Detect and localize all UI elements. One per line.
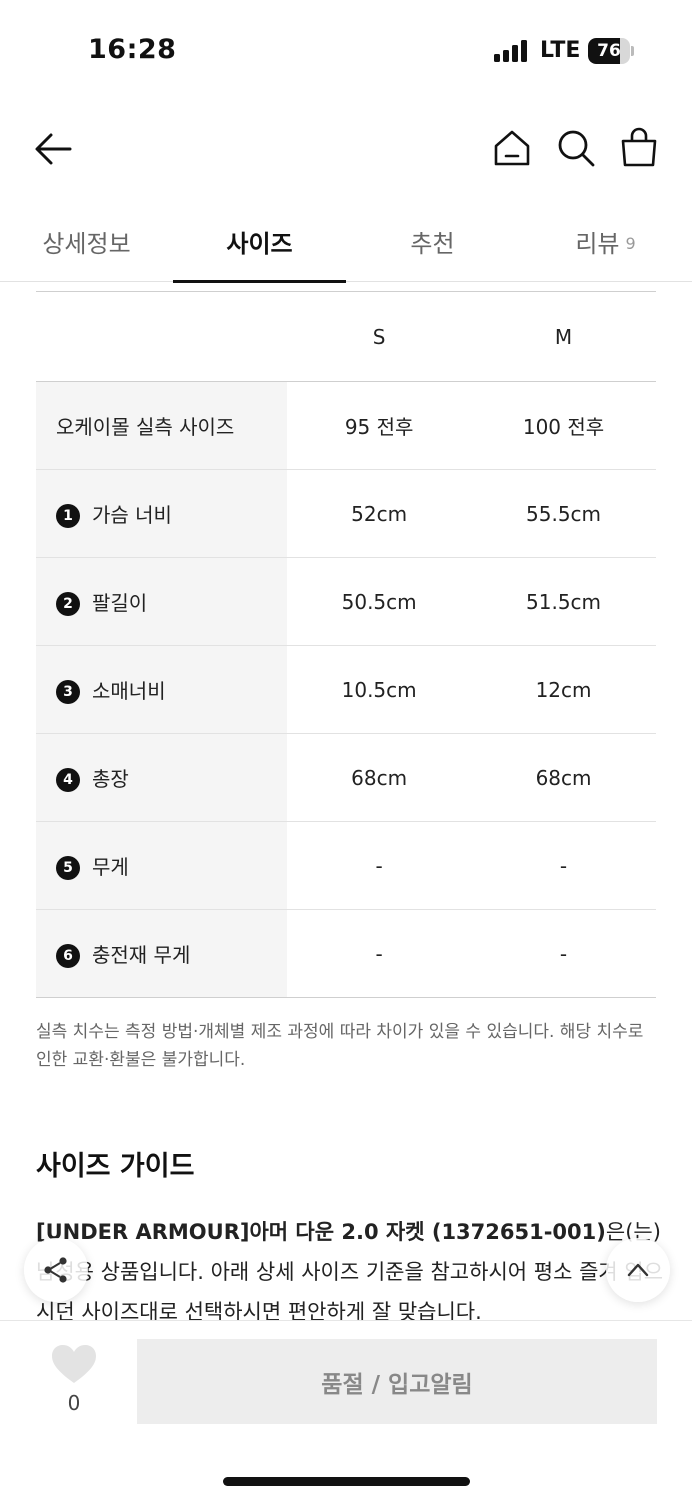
cell-m: 55.5cm bbox=[471, 469, 656, 558]
row-label: 오케이몰 실측 사이즈 bbox=[36, 381, 288, 470]
shopping-bag-icon[interactable] bbox=[620, 126, 658, 168]
table-row: 오케이몰 실측 사이즈 95 전후 100 전후 bbox=[36, 381, 656, 470]
scroll-top-icon bbox=[627, 1263, 649, 1277]
battery-icon: 76 bbox=[588, 38, 634, 64]
row-label-cell: 5 무게 bbox=[36, 821, 288, 910]
row-label-cell: 2 팔길이 bbox=[36, 557, 288, 646]
size-guide-title: 사이즈 가이드 bbox=[36, 1151, 195, 1182]
battery-level: 76 bbox=[597, 41, 621, 61]
soldout-notify-button[interactable]: 품절 / 입고알림 bbox=[137, 1339, 657, 1424]
signal-icon bbox=[494, 40, 528, 62]
cell-m: 12cm bbox=[471, 645, 656, 734]
row-label: 소매너비 bbox=[92, 679, 166, 703]
product-name: [UNDER ARMOUR]아머 다운 2.0 자켓 (1372651-001) bbox=[36, 1220, 606, 1244]
number-badge: 4 bbox=[56, 768, 80, 792]
row-label: 가슴 너비 bbox=[92, 503, 172, 527]
tab-label: 사이즈 bbox=[226, 229, 293, 258]
cell-s: - bbox=[287, 909, 472, 998]
scroll-top-button[interactable] bbox=[606, 1238, 670, 1302]
cell-m: - bbox=[471, 909, 656, 998]
heart-icon[interactable] bbox=[50, 1343, 98, 1385]
row-label-cell: 3 소매너비 bbox=[36, 645, 288, 734]
like-count: 0 bbox=[67, 1391, 81, 1415]
home-indicator bbox=[223, 1477, 470, 1486]
network-label: LTE bbox=[540, 38, 581, 63]
cell-s: 10.5cm bbox=[287, 645, 472, 734]
top-nav-bar bbox=[0, 110, 692, 190]
review-count: 9 bbox=[625, 233, 636, 253]
size-disclaimer: 실측 치수는 측정 방법·개체별 제조 과정에 따라 차이가 있을 수 있습니다… bbox=[36, 1022, 644, 1070]
table-header-row: S M bbox=[36, 291, 656, 382]
cell-m: 100 전후 bbox=[471, 381, 656, 470]
back-arrow-icon[interactable] bbox=[34, 132, 72, 166]
column-header-m: M bbox=[471, 291, 656, 382]
cell-s: 95 전후 bbox=[287, 381, 472, 470]
tab-label: 리뷰 bbox=[575, 229, 620, 258]
tab-review[interactable]: 리뷰 9 bbox=[519, 200, 692, 282]
cell-s: - bbox=[287, 821, 472, 910]
column-header-s: S bbox=[287, 291, 472, 382]
tab-label: 추천 bbox=[410, 229, 455, 258]
row-label: 충전재 무게 bbox=[92, 943, 191, 967]
table-row: 3 소매너비 10.5cm 12cm bbox=[36, 645, 656, 734]
number-badge: 6 bbox=[56, 944, 80, 968]
tab-recommend[interactable]: 추천 bbox=[346, 200, 519, 282]
table-row: 5 무게 - - bbox=[36, 821, 656, 910]
table-header-empty bbox=[36, 291, 288, 382]
share-button[interactable] bbox=[24, 1238, 88, 1302]
number-badge: 1 bbox=[56, 504, 80, 528]
home-icon[interactable] bbox=[492, 128, 532, 168]
table-row: 1 가슴 너비 52cm 55.5cm bbox=[36, 469, 656, 558]
tab-size[interactable]: 사이즈 bbox=[173, 200, 346, 283]
table-row: 6 충전재 무게 - - bbox=[36, 909, 656, 998]
number-badge: 5 bbox=[56, 856, 80, 880]
row-label: 무게 bbox=[92, 855, 129, 879]
size-table: S M 오케이몰 실측 사이즈 95 전후 100 전후 1 가슴 너비 52cm… bbox=[36, 291, 656, 998]
status-bar: 16:28 LTE 76 bbox=[0, 0, 692, 100]
row-label-cell: 4 총장 bbox=[36, 733, 288, 822]
cell-s: 68cm bbox=[287, 733, 472, 822]
table-row: 2 팔길이 50.5cm 51.5cm bbox=[36, 557, 656, 646]
size-guide-body: [UNDER ARMOUR]아머 다운 2.0 자켓 (1372651-001)… bbox=[36, 1212, 666, 1332]
row-label-cell: 6 충전재 무게 bbox=[36, 909, 288, 998]
cell-s: 50.5cm bbox=[287, 557, 472, 646]
table-row: 4 총장 68cm 68cm bbox=[36, 733, 656, 822]
tab-bar: 상세정보 사이즈 추천 리뷰 9 bbox=[0, 200, 692, 283]
row-label: 팔길이 bbox=[92, 591, 148, 615]
number-badge: 2 bbox=[56, 592, 80, 616]
cell-s: 52cm bbox=[287, 469, 472, 558]
status-time: 16:28 bbox=[88, 34, 177, 65]
cell-m: - bbox=[471, 821, 656, 910]
tab-detail[interactable]: 상세정보 bbox=[0, 200, 173, 282]
row-label: 총장 bbox=[92, 767, 129, 791]
cell-m: 68cm bbox=[471, 733, 656, 822]
share-icon bbox=[44, 1257, 67, 1283]
search-icon[interactable] bbox=[556, 128, 596, 168]
number-badge: 3 bbox=[56, 680, 80, 704]
tab-label: 상세정보 bbox=[42, 229, 131, 258]
bottom-action-bar: 0 품절 / 입고알림 bbox=[0, 1320, 692, 1500]
cell-m: 51.5cm bbox=[471, 557, 656, 646]
row-label-cell: 1 가슴 너비 bbox=[36, 469, 288, 558]
